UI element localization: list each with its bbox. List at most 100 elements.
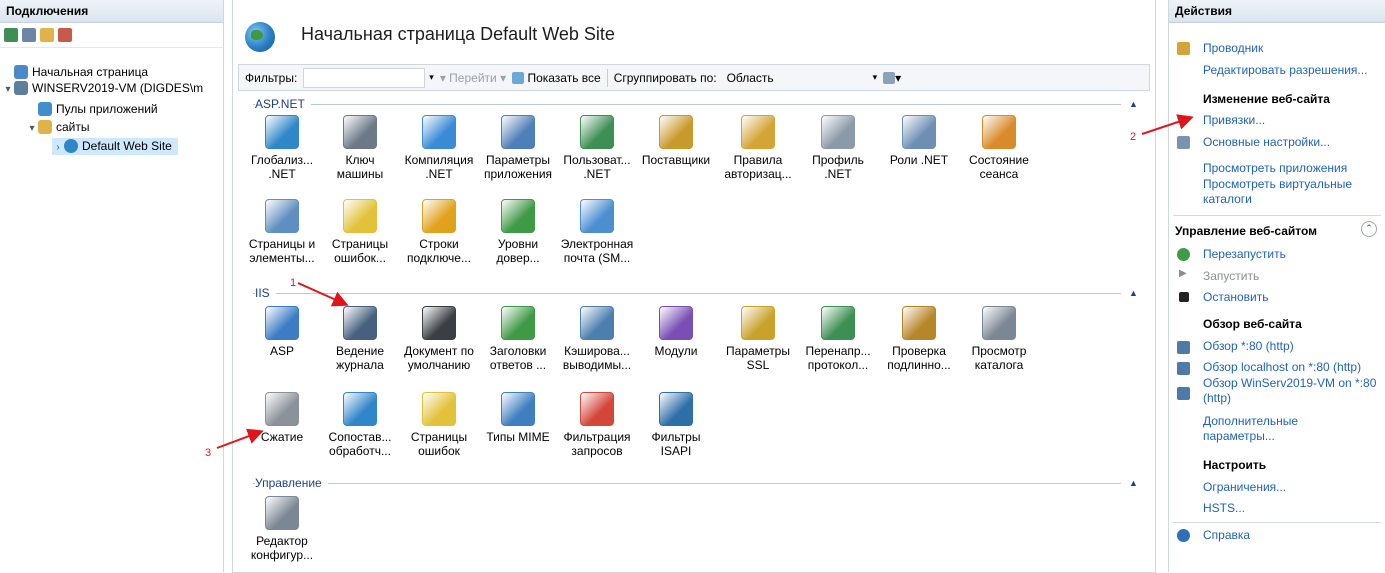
connect-icon[interactable] (4, 28, 18, 42)
feature-providers[interactable]: Поставщики (637, 115, 715, 167)
help-icon (1177, 529, 1190, 542)
group-header-management[interactable]: Управление (255, 475, 328, 491)
profile-icon (821, 115, 855, 149)
email-icon (580, 199, 614, 233)
save-icon[interactable] (22, 28, 36, 42)
feature-users[interactable]: Пользоват... .NET (558, 115, 636, 181)
go-button[interactable]: ▾ Перейти ▾ (440, 71, 506, 85)
mime-types-icon (501, 392, 535, 426)
feature-request-filtering[interactable]: Фильтрация запросов (558, 392, 636, 458)
filter-dropdown-icon[interactable]: ▾ (429, 72, 434, 83)
tree-sites[interactable]: ▾ сайты (26, 119, 90, 136)
view-mode-button[interactable]: ▾ (883, 71, 901, 85)
pages-controls-icon (265, 199, 299, 233)
explore-link[interactable]: Проводник (1203, 41, 1263, 55)
collapse-manage-icon[interactable]: ⌃ (1361, 221, 1377, 237)
feature-asp[interactable]: ASP (243, 306, 321, 358)
feature-config-editor[interactable]: Редактор конфигур... (243, 496, 321, 562)
feature-pages-controls[interactable]: Страницы и элементы... (243, 199, 321, 265)
tree-default-web-site[interactable]: › Default Web Site (52, 138, 178, 155)
feature-compile[interactable]: Компиляция .NET (400, 115, 478, 181)
feature-connection-strings[interactable]: Строки подключе... (400, 199, 478, 265)
feature-label: Уровни довер... (496, 237, 540, 265)
connections-title: Подключения (0, 0, 223, 23)
globe-icon (64, 139, 78, 153)
feature-mime-types[interactable]: Типы MIME (479, 392, 557, 444)
feature-authentication[interactable]: Проверка подлинно... (880, 306, 958, 372)
app-pools-icon (38, 102, 52, 116)
feature-handler-mappings[interactable]: Сопостав... обработч... (321, 392, 399, 458)
collapse-management-icon[interactable]: ▲ (1129, 478, 1139, 488)
key-server-icon (343, 115, 377, 149)
start-link[interactable]: Запустить (1203, 269, 1259, 283)
feature-label: Типы MIME (486, 430, 550, 444)
collapse-icon[interactable]: ▾ (26, 120, 38, 137)
collapse-iis-icon[interactable]: ▲ (1129, 288, 1139, 298)
show-all-button[interactable]: Показать все (512, 71, 601, 85)
error-pages-icon (422, 392, 456, 426)
feature-error-pages[interactable]: Страницы ошибок (400, 392, 478, 458)
tree-server[interactable]: ▾ WINSERV2019-VM (DIGDES\m (2, 80, 203, 97)
feature-logging[interactable]: Ведение журнала (321, 306, 399, 372)
view-virtual-directories-link[interactable]: Просмотреть виртуальные каталоги (1203, 177, 1363, 207)
limits-link[interactable]: Ограничения... (1203, 480, 1286, 494)
feature-default-document[interactable]: Документ по умолчанию (400, 306, 478, 372)
disconnect-icon[interactable] (58, 28, 72, 42)
isapi-filters-icon (659, 392, 693, 426)
tree-label: Пулы приложений (56, 102, 158, 116)
trust-levels-icon (501, 199, 535, 233)
feature-label: Сопостав... обработч... (328, 430, 392, 458)
feature-label: Электронная почта (SM... (560, 237, 634, 265)
basic-settings-link[interactable]: Основные настройки... (1203, 135, 1330, 149)
browse-winserv-link[interactable]: Обзор WinServ2019-VM on *:80 (http) (1203, 376, 1379, 406)
tree-label: WINSERV2019-VM (DIGDES\m (32, 81, 204, 95)
restart-link[interactable]: Перезапустить (1203, 247, 1286, 261)
default-document-icon (422, 306, 456, 340)
group-divider (253, 483, 1121, 484)
configure-header: Настроить (1203, 458, 1267, 472)
feature-output-caching[interactable]: Кэширова... выводимы... (558, 306, 636, 372)
group-by-dropdown-icon[interactable]: ▾ (873, 72, 878, 83)
open-icon[interactable] (40, 28, 54, 42)
feature-isapi-filters[interactable]: Фильтры ISAPI (637, 392, 715, 458)
feature-response-headers[interactable]: Заголовки ответов ... (479, 306, 557, 372)
feature-auth-rules[interactable]: Правила авторизац... (719, 115, 797, 181)
feature-globe[interactable]: Глобализ... .NET (243, 115, 321, 181)
group-header-iis[interactable]: IIS (255, 285, 276, 301)
feature-error-pages[interactable]: Страницы ошибок... (321, 199, 399, 265)
feature-settings-list[interactable]: Параметры приложения (479, 115, 557, 181)
tree-app-pools[interactable]: Пулы приложений (38, 101, 158, 118)
feature-ssl-lock[interactable]: Параметры SSL (719, 306, 797, 372)
feature-profile[interactable]: Профиль .NET (799, 115, 877, 181)
view-applications-link[interactable]: Просмотреть приложения (1203, 161, 1347, 175)
group-header-aspnet[interactable]: ASP.NET (255, 96, 311, 112)
feature-label: Перенапр... протокол... (805, 344, 871, 372)
advanced-settings-link[interactable]: Дополнительные параметры... (1203, 414, 1353, 444)
edit-permissions-link[interactable]: Редактировать разрешения... (1203, 63, 1367, 77)
group-by-select[interactable]: Область (723, 69, 867, 87)
feature-redirect[interactable]: Перенапр... протокол... (799, 306, 877, 372)
redirect-icon (821, 306, 855, 340)
browse-localhost-link[interactable]: Обзор localhost on *:80 (http) (1203, 360, 1361, 374)
feature-trust-levels[interactable]: Уровни довер... (479, 199, 557, 265)
feature-label: Страницы ошибок... (331, 237, 389, 265)
main-panel: Начальная страница Default Web Site Филь… (232, 0, 1156, 573)
feature-modules[interactable]: Модули (637, 306, 715, 358)
help-link[interactable]: Справка (1203, 528, 1250, 542)
filter-input[interactable] (303, 67, 426, 88)
feature-email[interactable]: Электронная почта (SM... (558, 199, 636, 265)
directory-browsing-icon (982, 306, 1016, 340)
expand-icon[interactable]: › (52, 139, 64, 156)
hsts-link[interactable]: HSTS... (1203, 501, 1245, 515)
feature-compression[interactable]: Сжатие (243, 392, 321, 444)
collapse-aspnet-icon[interactable]: ▲ (1129, 99, 1139, 109)
feature-session[interactable]: Состояние сеанса (960, 115, 1038, 181)
stop-link[interactable]: Остановить (1203, 290, 1269, 304)
feature-directory-browsing[interactable]: Просмотр каталога (960, 306, 1038, 372)
feature-roles[interactable]: Роли .NET (880, 115, 958, 167)
tree-start-page[interactable]: Начальная страница (14, 64, 148, 81)
browse-80-link[interactable]: Обзор *:80 (http) (1203, 339, 1294, 353)
feature-key-server[interactable]: Ключ машины (321, 115, 399, 181)
collapse-icon[interactable]: ▾ (2, 81, 14, 98)
bindings-link[interactable]: Привязки... (1203, 113, 1265, 127)
